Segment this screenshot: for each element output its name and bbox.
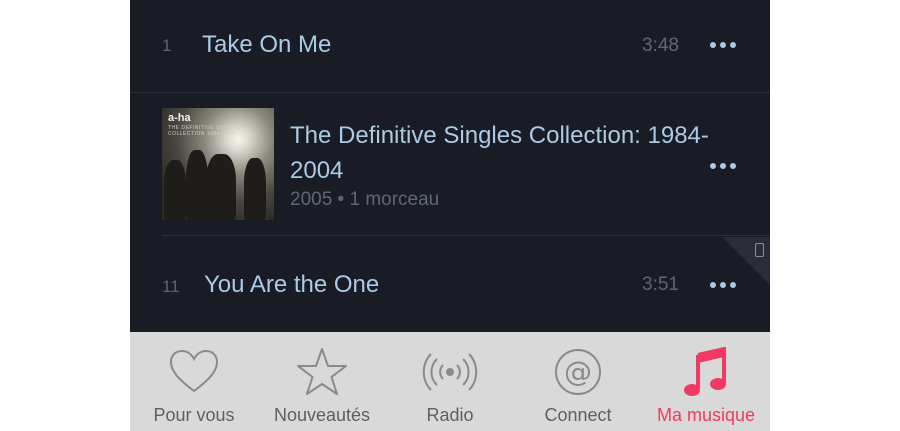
album-title: The Definitive Singles Collection: 1984-… <box>290 122 709 184</box>
track-duration: 3:48 <box>642 35 679 56</box>
track-row[interactable]: 1 Take On Me 3:48 <box>130 0 770 93</box>
heart-icon <box>130 344 258 400</box>
album-cover: a-ha THE DEFINITIVE SINGLES COLLECTION 1… <box>162 108 274 220</box>
tab-nouveautes[interactable]: Nouveautés <box>258 332 386 431</box>
more-options-icon[interactable] <box>710 39 740 51</box>
tab-bar: Pour vous Nouveautés Radio @ Connect Ma … <box>130 332 770 431</box>
tab-connect[interactable]: @ Connect <box>514 332 642 431</box>
cover-logo: a-ha <box>168 112 191 124</box>
tab-label: Ma musique <box>656 405 756 425</box>
track-title: You Are the One <box>204 271 380 298</box>
more-options-icon[interactable] <box>710 279 740 291</box>
tab-radio[interactable]: Radio <box>386 332 514 431</box>
tab-label: Connect <box>544 405 612 425</box>
track-duration: 3:51 <box>642 274 679 295</box>
music-note-icon <box>642 344 770 400</box>
divider <box>162 235 770 236</box>
track-number: 1 <box>162 36 172 55</box>
tab-pour-vous[interactable]: Pour vous <box>130 332 258 431</box>
track-title: Take On Me <box>202 31 332 58</box>
at-icon: @ <box>514 344 642 400</box>
radio-icon <box>386 344 514 400</box>
tab-label: Pour vous <box>153 405 235 425</box>
tab-label: Radio <box>426 405 474 425</box>
music-app-screen: 1 Take On Me 3:48 a-ha THE DEFINITIVE SI… <box>130 0 770 431</box>
cover-subtitle: THE DEFINITIVE SINGLES COLLECTION 1984-2… <box>168 125 241 137</box>
star-icon <box>258 344 386 400</box>
track-number: 11 <box>162 277 180 296</box>
svg-text:@: @ <box>564 355 592 388</box>
album-meta: 2005 • 1 morceau <box>290 189 440 210</box>
album-row[interactable]: a-ha THE DEFINITIVE SINGLES COLLECTION 1… <box>130 93 770 236</box>
more-options-icon[interactable] <box>710 160 740 172</box>
tab-label: Nouveautés <box>273 405 371 425</box>
tab-ma-musique[interactable]: Ma musique <box>642 332 770 431</box>
track-row[interactable]: 11 You Are the One 3:51 <box>130 237 770 332</box>
